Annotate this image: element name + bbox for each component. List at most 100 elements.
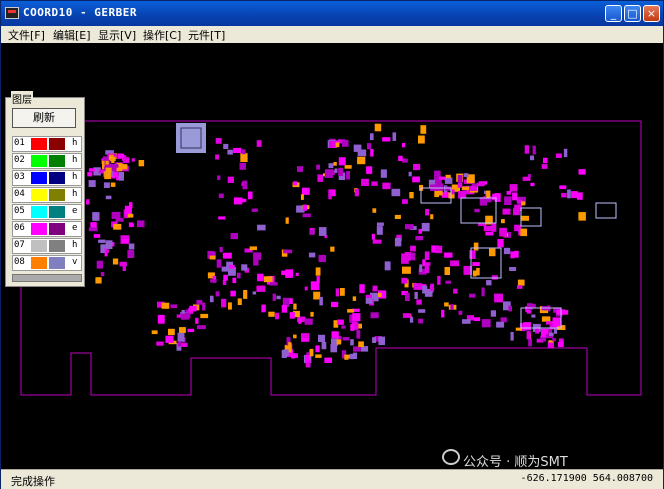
app-window: COORD10 - GERBER _ □ × 文件[F] 编辑[E] 显示[V]… xyxy=(0,0,664,489)
pad xyxy=(473,317,481,322)
layer-color-swatch[interactable] xyxy=(31,223,47,235)
layer-color-swatch-alt[interactable] xyxy=(49,189,65,201)
pad xyxy=(223,274,228,281)
pad xyxy=(330,344,338,353)
layer-color-swatch-alt[interactable] xyxy=(49,257,65,269)
pad xyxy=(202,302,206,311)
layer-color-swatch[interactable] xyxy=(31,240,47,252)
pad xyxy=(263,276,273,283)
pad xyxy=(402,158,408,163)
pad xyxy=(181,309,185,314)
pad xyxy=(469,186,478,191)
pad xyxy=(527,174,531,178)
pad xyxy=(342,337,350,341)
layer-row[interactable]: 02 h xyxy=(12,153,82,169)
pad xyxy=(444,252,453,258)
pad xyxy=(350,339,354,346)
pad xyxy=(86,199,90,205)
layer-color-swatch[interactable] xyxy=(31,206,47,218)
layer-row[interactable]: 04 h xyxy=(12,187,82,203)
layer-scroll-bar[interactable] xyxy=(12,274,82,282)
layer-color-swatch-alt[interactable] xyxy=(49,240,65,252)
layer-color-swatch-alt[interactable] xyxy=(49,155,65,167)
pad xyxy=(418,318,424,324)
pad xyxy=(118,153,125,159)
pad xyxy=(378,336,385,346)
pad xyxy=(261,304,266,313)
pad xyxy=(315,345,320,353)
pad xyxy=(283,349,289,356)
pad xyxy=(523,322,531,331)
gerber-canvas[interactable] xyxy=(1,43,663,469)
pad xyxy=(179,327,186,333)
layer-row[interactable]: 05 e xyxy=(12,204,82,220)
app-icon xyxy=(5,7,19,19)
layer-color-swatch[interactable] xyxy=(31,138,47,150)
pad xyxy=(510,331,514,341)
menu-edit[interactable]: 编辑[E] xyxy=(53,27,91,43)
coordinate-readout: -626.171900 564.008700 xyxy=(520,473,653,484)
close-button[interactable]: × xyxy=(643,5,660,22)
layer-color-swatch[interactable] xyxy=(31,189,47,201)
pad xyxy=(218,216,226,220)
pad xyxy=(535,328,540,334)
pad xyxy=(87,172,93,177)
pad xyxy=(371,233,375,240)
pad xyxy=(303,204,307,210)
pad xyxy=(352,296,357,301)
pad xyxy=(137,220,145,228)
layer-color-swatch-alt[interactable] xyxy=(49,172,65,184)
pad xyxy=(438,176,445,180)
layer-color-swatch-alt[interactable] xyxy=(49,206,65,218)
pad xyxy=(189,305,197,312)
menu-file[interactable]: 文件[F] xyxy=(8,27,45,43)
pad xyxy=(105,167,112,172)
pad xyxy=(547,342,554,349)
pad xyxy=(409,192,414,199)
pad xyxy=(227,176,234,183)
layer-flag: h xyxy=(72,172,78,182)
pad xyxy=(335,288,340,297)
layer-row[interactable]: 06 e xyxy=(12,221,82,237)
layer-color-swatch[interactable] xyxy=(31,155,47,167)
menu-component[interactable]: 元件[T] xyxy=(188,27,225,43)
pad xyxy=(502,208,511,215)
pad xyxy=(221,298,227,308)
pad xyxy=(109,154,114,159)
pad xyxy=(151,330,158,335)
pad xyxy=(425,208,429,216)
pad xyxy=(331,170,335,176)
layer-row[interactable]: 01 h xyxy=(12,136,82,152)
pad xyxy=(253,259,259,266)
pad xyxy=(413,283,423,290)
pad xyxy=(138,160,145,167)
refresh-button[interactable]: 刷新 xyxy=(12,108,76,128)
layer-color-swatch[interactable] xyxy=(31,257,47,269)
pad xyxy=(376,226,383,235)
layer-row[interactable]: 07 h xyxy=(12,238,82,254)
pad xyxy=(424,264,430,274)
layer-row[interactable]: 08 v xyxy=(12,255,82,271)
pad xyxy=(382,137,391,142)
pad xyxy=(119,261,127,267)
pad xyxy=(251,208,258,212)
pad xyxy=(217,175,221,180)
maximize-button[interactable]: □ xyxy=(624,5,641,22)
pad xyxy=(113,223,122,230)
menu-view[interactable]: 显示[V] xyxy=(98,27,136,43)
layer-color-swatch-alt[interactable] xyxy=(49,138,65,150)
pad xyxy=(304,286,308,291)
pad xyxy=(469,250,476,259)
title-bar[interactable]: COORD10 - GERBER _ □ × xyxy=(1,1,663,26)
layer-color-swatch-alt[interactable] xyxy=(49,223,65,235)
pad xyxy=(215,138,222,144)
minimize-button[interactable]: _ xyxy=(605,5,622,22)
menu-operate[interactable]: 操作[C] xyxy=(143,27,181,43)
pad xyxy=(552,317,562,327)
pad xyxy=(418,309,426,313)
layer-row[interactable]: 03 h xyxy=(12,170,82,186)
pad xyxy=(473,242,479,251)
pad xyxy=(514,250,519,258)
layer-color-swatch[interactable] xyxy=(31,172,47,184)
pad xyxy=(105,195,112,200)
